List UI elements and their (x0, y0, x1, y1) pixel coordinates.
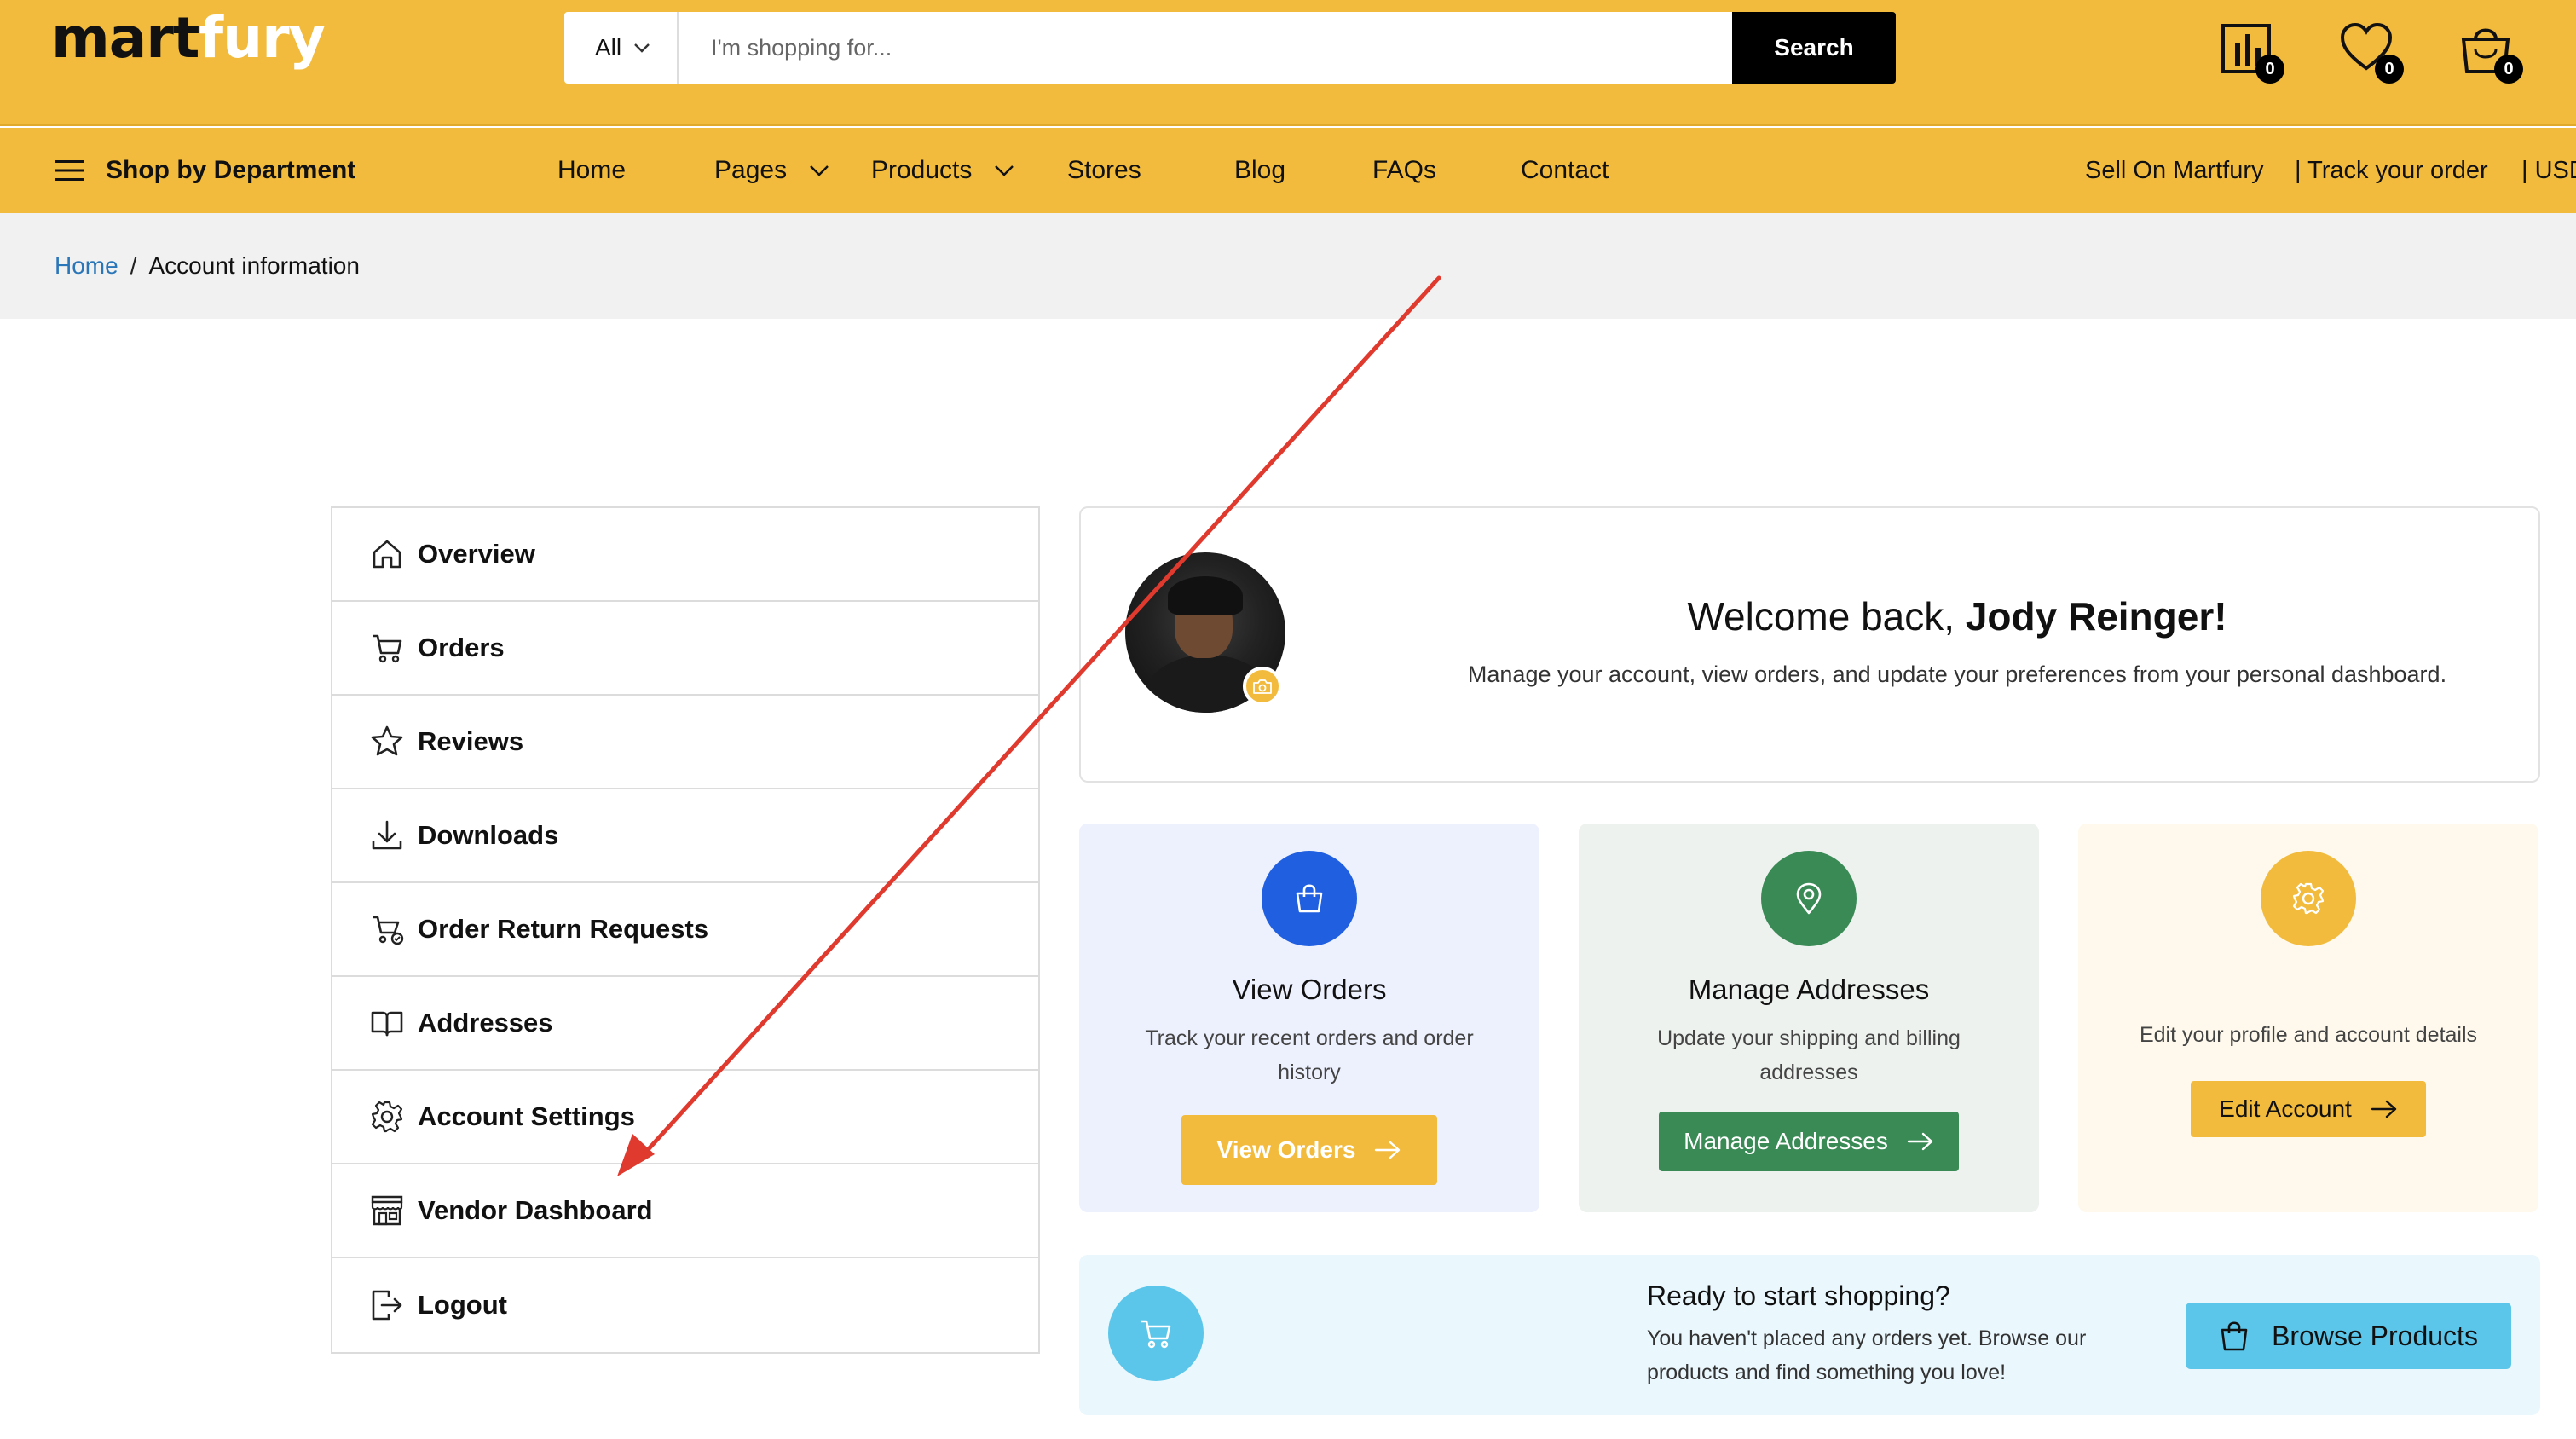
welcome-card: Welcome back, Jody Reinger! Manage your … (1079, 506, 2540, 783)
store-icon (371, 1195, 403, 1226)
compare-button[interactable]: 0 (2220, 20, 2284, 84)
nav-pages[interactable]: Pages (714, 128, 829, 213)
view-orders-card: View Orders Track your recent orders and… (1079, 824, 1539, 1212)
cart-return-icon (373, 916, 404, 945)
search-input[interactable] (679, 12, 1732, 84)
breadcrumb-home-link[interactable]: Home (55, 252, 118, 280)
shopping-bag-icon (2221, 1321, 2248, 1351)
view-orders-button[interactable]: View Orders (1181, 1115, 1437, 1185)
ready-text: You haven't placed any orders yet. Brows… (1647, 1326, 2087, 1384)
card-title: View Orders (1232, 974, 1387, 1005)
browse-products-button[interactable]: Browse Products (2186, 1303, 2511, 1369)
account-settings-card: Account Settings Edit your profile and a… (2078, 824, 2538, 1212)
location-icon-circle (1761, 851, 1857, 946)
ready-title: Ready to start shopping? (1647, 1280, 1950, 1311)
sell-on-martfury-link[interactable]: Sell On Martfury (2085, 128, 2264, 213)
arrow-right-icon (1907, 1132, 1933, 1151)
search-bar: All Search (564, 12, 2184, 84)
search-button[interactable]: Search (1732, 12, 1896, 84)
card-title: Account Settings (2203, 974, 2414, 1005)
currency-switcher[interactable]: | USD (2521, 128, 2576, 213)
sidebar-item-account-settings[interactable]: Account Settings (332, 1071, 1038, 1164)
search-category-select[interactable]: All (564, 12, 679, 84)
sidebar-item-orders[interactable]: Orders (332, 602, 1038, 696)
sidebar-item-order-return-requests[interactable]: Order Return Requests (332, 883, 1038, 977)
welcome-text: Manage your account, view orders, and up… (1467, 662, 2447, 687)
site-logo[interactable]: martfury (51, 10, 326, 66)
shopping-bag-icon-circle (1262, 851, 1357, 946)
top-header: martfury All Search 0 0 0 (0, 0, 2576, 126)
cart-count-badge: 0 (2494, 55, 2523, 84)
arrow-right-icon (2371, 1100, 2397, 1118)
cart-icon (373, 634, 402, 663)
cart-button[interactable]: 0 (2458, 20, 2523, 84)
gear-icon-circle (2261, 851, 2356, 946)
sidebar-item-logout[interactable]: Logout (332, 1258, 1038, 1352)
chevron-down-icon (810, 165, 829, 176)
home-icon (373, 540, 401, 569)
chevron-down-icon (634, 43, 650, 53)
compare-count-badge: 0 (2255, 55, 2284, 84)
star-icon (371, 725, 403, 756)
download-icon (372, 820, 402, 850)
sidebar-item-downloads[interactable]: Downloads (332, 789, 1038, 883)
breadcrumb: Home / Account information (0, 213, 2576, 319)
chevron-down-icon (995, 165, 1014, 176)
account-sidebar: Overview Orders Reviews Downloads Order … (331, 506, 1040, 1354)
main-nav: Shop by Department Home Pages Products S… (0, 128, 2576, 213)
card-text: Track your recent orders and order histo… (1145, 1026, 1474, 1084)
nav-blog[interactable]: Blog (1234, 128, 1285, 213)
ready-to-shop-banner: Ready to start shopping? You haven't pla… (1079, 1255, 2540, 1415)
shopping-bag-icon (1296, 884, 1323, 913)
breadcrumb-current: Account information (148, 252, 360, 279)
gear-icon (371, 1101, 403, 1133)
wishlist-button[interactable]: 0 (2339, 20, 2404, 84)
location-pin-icon (1796, 882, 1822, 915)
nav-home[interactable]: Home (557, 128, 626, 213)
gear-icon (2292, 882, 2325, 915)
sidebar-item-addresses[interactable]: Addresses (332, 977, 1038, 1071)
cart-icon (1141, 1320, 1171, 1349)
card-text: Edit your profile and account details (2139, 1023, 2478, 1047)
logout-icon (372, 1290, 402, 1321)
shop-by-department-button[interactable]: Shop by Department (55, 128, 355, 213)
sidebar-item-vendor-dashboard[interactable]: Vendor Dashboard (332, 1164, 1038, 1258)
edit-account-button[interactable]: Edit Account (2191, 1081, 2426, 1137)
card-text: Update your shipping and billing address… (1657, 1026, 1961, 1084)
wishlist-count-badge: 0 (2375, 55, 2404, 84)
cart-icon-circle (1108, 1286, 1204, 1381)
menu-icon (55, 160, 84, 181)
track-order-link[interactable]: | Track your order (2295, 128, 2488, 213)
sidebar-item-overview[interactable]: Overview (332, 508, 1038, 602)
manage-addresses-card: Manage Addresses Update your shipping an… (1579, 824, 2039, 1212)
card-title: Manage Addresses (1688, 974, 1930, 1005)
welcome-title: Welcome back, Jody Reinger! (1687, 594, 2227, 639)
nav-stores[interactable]: Stores (1067, 128, 1141, 213)
nav-products[interactable]: Products (871, 128, 1014, 213)
book-icon (371, 1011, 403, 1037)
arrow-right-icon (1375, 1141, 1401, 1159)
manage-addresses-button[interactable]: Manage Addresses (1659, 1112, 1959, 1171)
breadcrumb-separator: / (130, 252, 137, 279)
sidebar-item-reviews[interactable]: Reviews (332, 696, 1038, 789)
nav-faqs[interactable]: FAQs (1372, 128, 1436, 213)
nav-contact[interactable]: Contact (1521, 128, 1609, 213)
user-name: Jody Reinger! (1965, 594, 2227, 639)
